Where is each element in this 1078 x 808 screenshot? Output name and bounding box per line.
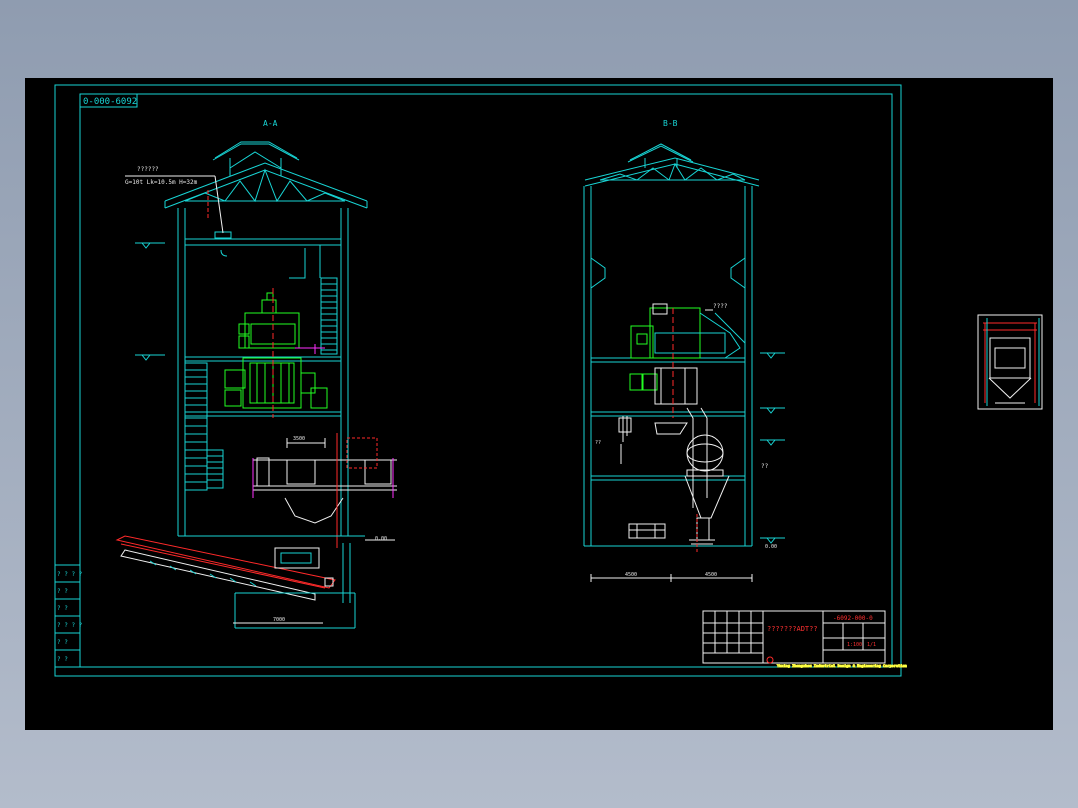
chute-hopper-bb: ?? <box>595 407 730 554</box>
revision-row: ? ? ? ? <box>57 622 83 629</box>
screen-equipment <box>224 288 328 418</box>
inner-frame <box>79 93 893 668</box>
section-bb: B-B ?? ???? ?? 4500 4500 0.00 <box>583 119 785 582</box>
title-block: ???????ADT?? -6092-000-0 1:100 1/1 Yuxin… <box>702 610 907 669</box>
title-block-sheet: 1/1 <box>867 642 876 648</box>
elevation-mark-right: 0.00 <box>765 544 777 550</box>
title-block-drawing-no: -6092-000-0 <box>833 615 873 622</box>
crane-label: ?????? <box>137 166 159 173</box>
cad-drawing-canvas[interactable]: 0-000-6092 ? ? ? ? ? ? ? ? ? ? ? ? ? ? ?… <box>25 78 1053 730</box>
screen-equipment-bb: ???? <box>629 303 746 418</box>
revision-row: ? ? <box>57 639 68 646</box>
revision-row: ? ? <box>57 588 68 595</box>
drawing-thumbnail[interactable] <box>977 314 1043 410</box>
crane-spec: G=10t Lk=10.5m H=32m <box>125 179 198 186</box>
annotation-qq: ?? <box>761 463 769 470</box>
dim-trough: 7000 <box>273 617 285 623</box>
dim-right-span-b: 4500 <box>705 572 717 578</box>
section-aa: A-A ?????? G=10t Lk=10.5m H=32m 3500 0.0… <box>115 119 397 629</box>
elevation-marker <box>135 242 165 361</box>
equipment-label: ???? <box>713 303 728 310</box>
revision-row: ? ? ? ? <box>57 571 83 578</box>
title-block-company: Yuxing Zhengzhou Industrial Design & Eng… <box>777 664 907 668</box>
revision-table: ? ? ? ? ? ? ? ? ? ? ? ? ? ? ? ? <box>54 564 83 668</box>
cad-drawing-svg: 0-000-6092 ? ? ? ? ? ? ? ? ? ? ? ? ? ? ?… <box>54 84 1043 677</box>
section-aa-label: A-A <box>263 119 278 128</box>
hopper-note: ?? <box>595 440 601 446</box>
drawing-number: 0-000-6092 <box>83 97 137 107</box>
hopper-lower: 3500 <box>252 433 397 548</box>
dim-hopper: 3500 <box>293 436 305 442</box>
elevation-marker <box>760 352 785 544</box>
title-block-title: ???????ADT?? <box>767 625 818 633</box>
elevation-mark-left: 0.00 <box>375 536 387 542</box>
revision-row: ? ? <box>57 656 68 663</box>
revision-row: ? ? <box>57 605 68 612</box>
dim-right-span-a: 4500 <box>625 572 637 578</box>
section-bb-label: B-B <box>663 119 678 128</box>
title-block-scale: 1:100 <box>847 642 862 648</box>
outer-frame <box>54 84 902 677</box>
